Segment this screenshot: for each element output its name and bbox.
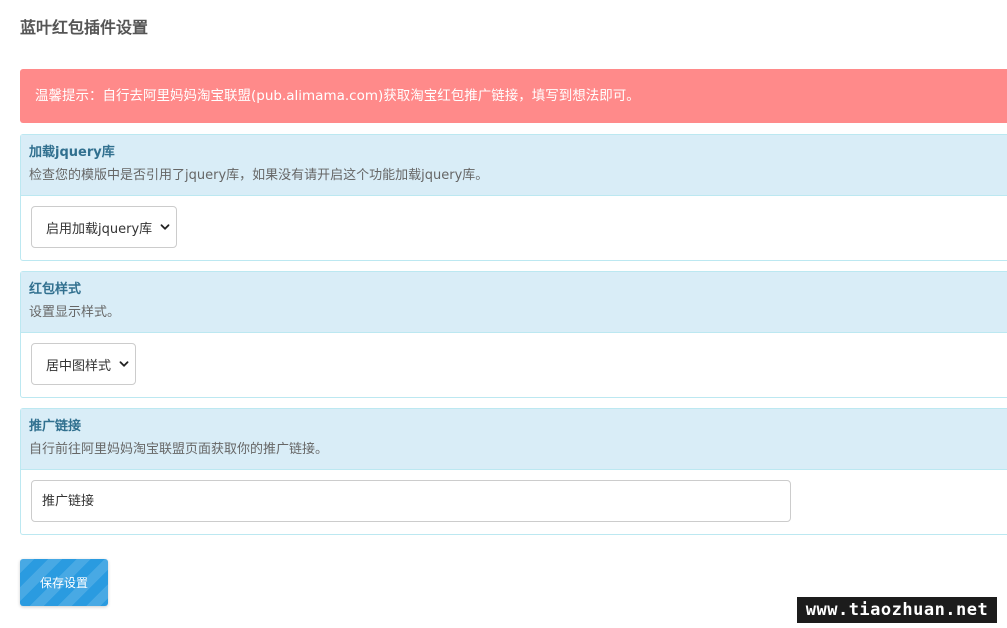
link-panel-title: 推广链接	[29, 419, 82, 434]
jquery-panel: 加载jquery库 检查您的模版中是否引用了jquery库，如果没有请开启这个功…	[20, 134, 1007, 261]
red-packet-style-select-value: 居中图样式	[46, 358, 112, 374]
style-panel-body: 居中图样式	[21, 333, 1007, 397]
jquery-panel-title: 加载jquery库	[29, 145, 115, 160]
style-panel-heading: 红包样式 设置显示样式。	[21, 272, 1007, 333]
link-panel-description: 自行前往阿里妈妈淘宝联盟页面获取你的推广链接。	[29, 442, 329, 457]
style-panel-description: 设置显示样式。	[29, 305, 121, 320]
jquery-panel-body: 启用加载jquery库	[21, 196, 1007, 260]
style-panel: 红包样式 设置显示样式。 居中图样式	[20, 271, 1007, 398]
chevron-down-icon	[160, 224, 170, 230]
link-panel-body	[21, 470, 1007, 534]
site-watermark: www.tiaozhuan.net	[797, 597, 997, 623]
settings-page: 蓝叶红包插件设置 温馨提示：自行去阿里妈妈淘宝联盟(pub.alimama.co…	[0, 0, 1007, 628]
style-panel-title: 红包样式	[29, 282, 82, 297]
jquery-panel-heading: 加载jquery库 检查您的模版中是否引用了jquery库，如果没有请开启这个功…	[21, 135, 1007, 196]
link-panel-heading: 推广链接 自行前往阿里妈妈淘宝联盟页面获取你的推广链接。	[21, 409, 1007, 470]
load-jquery-select-value: 启用加载jquery库	[46, 221, 153, 237]
promo-link-input[interactable]	[31, 480, 791, 522]
chevron-down-icon	[119, 361, 129, 367]
red-packet-style-select[interactable]: 居中图样式	[31, 343, 137, 385]
load-jquery-select[interactable]: 启用加载jquery库	[31, 206, 178, 248]
tip-alert: 温馨提示：自行去阿里妈妈淘宝联盟(pub.alimama.com)获取淘宝红包推…	[20, 69, 1007, 123]
page-title: 蓝叶红包插件设置	[20, 18, 149, 37]
link-panel: 推广链接 自行前往阿里妈妈淘宝联盟页面获取你的推广链接。	[20, 408, 1007, 535]
save-settings-button[interactable]: 保存设置	[20, 559, 108, 606]
jquery-panel-description: 检查您的模版中是否引用了jquery库，如果没有请开启这个功能加载jquery库…	[29, 168, 489, 183]
